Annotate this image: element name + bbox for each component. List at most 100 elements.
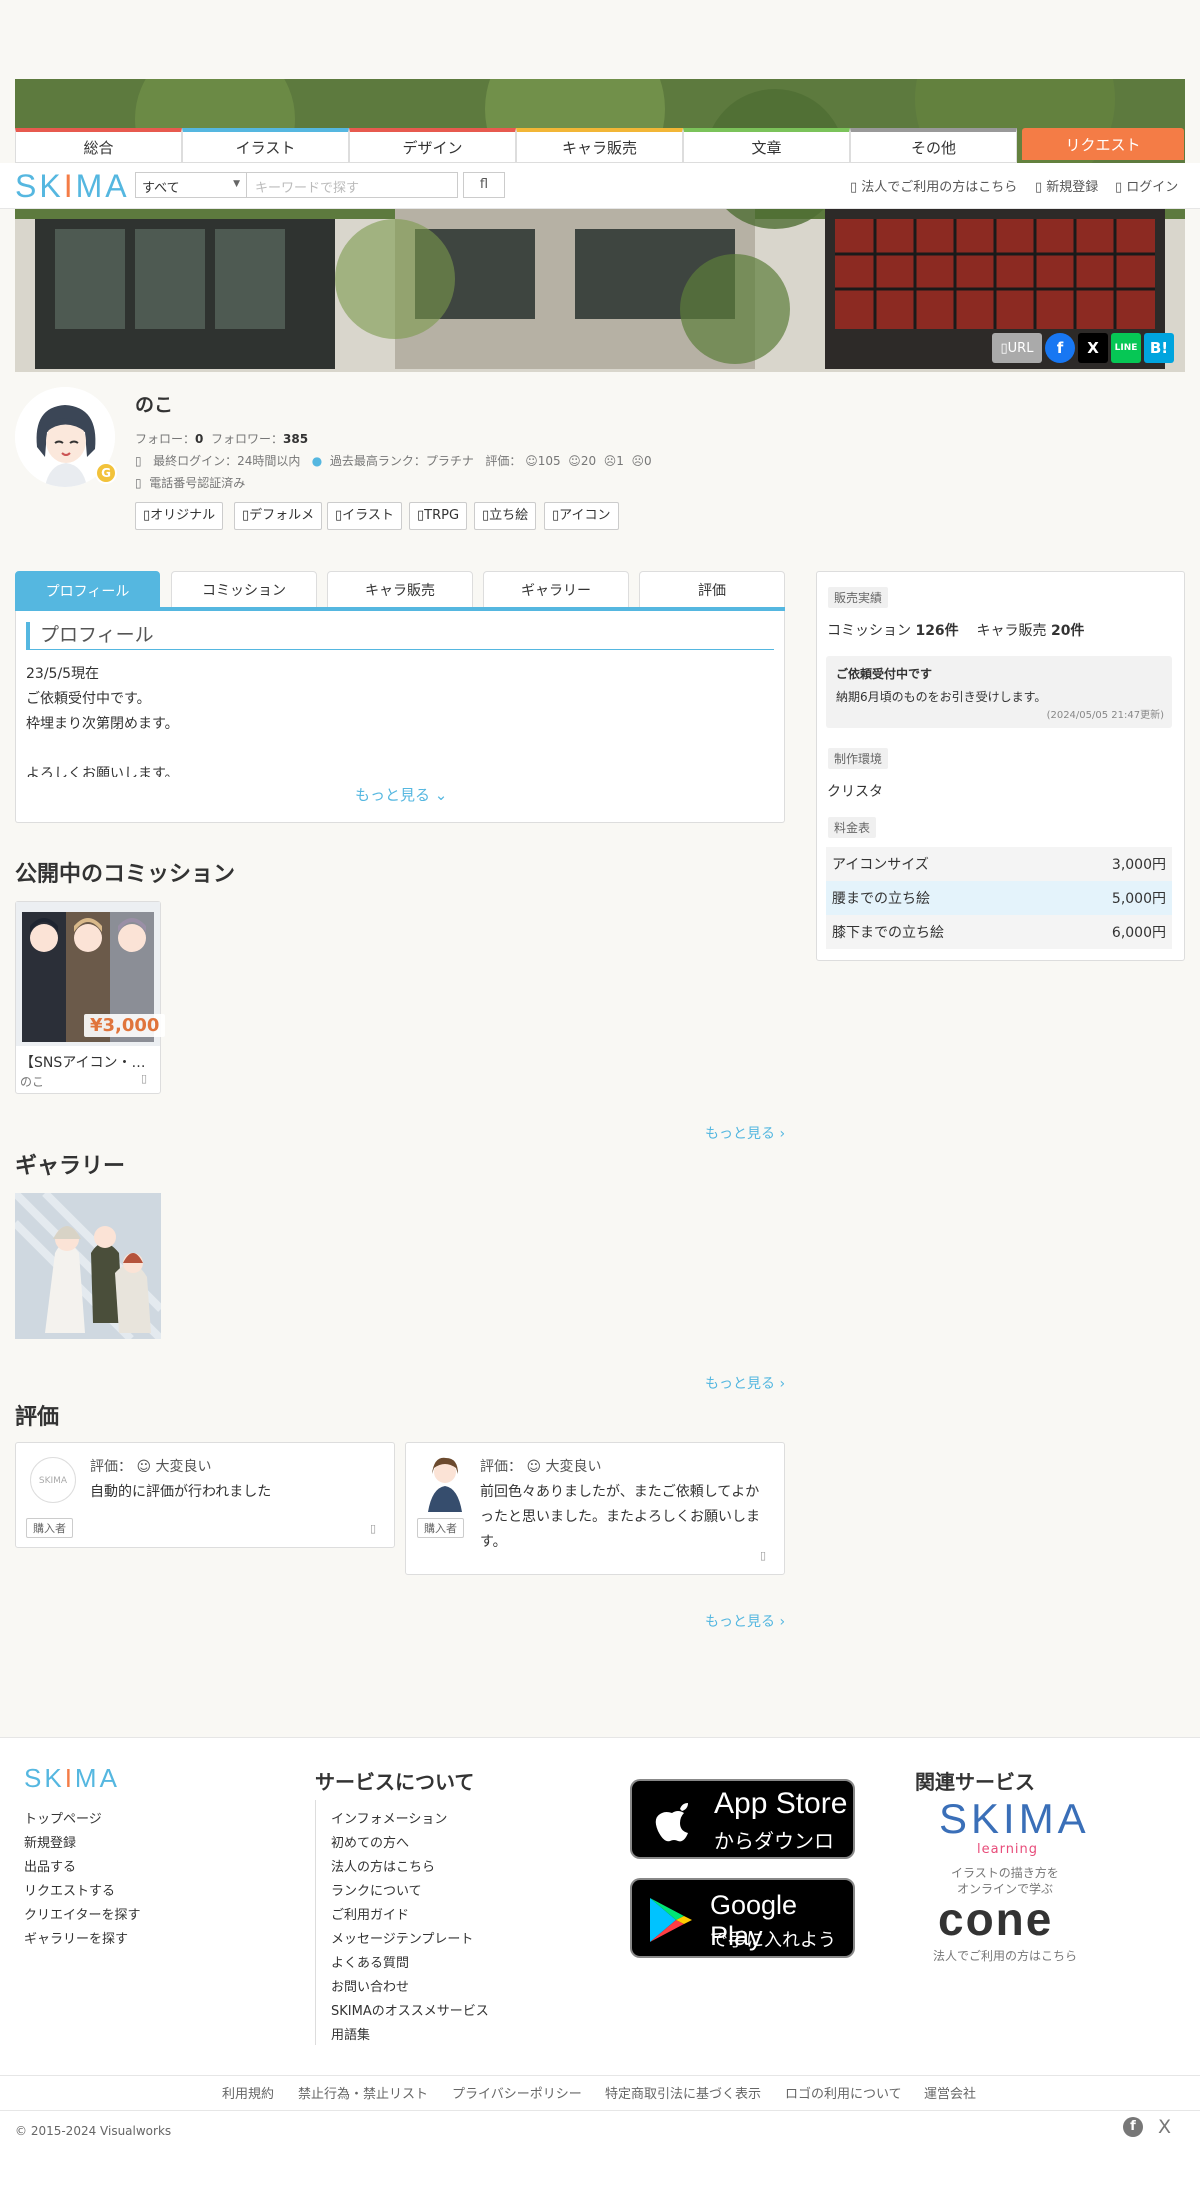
price-row: 腰までの立ち絵 5,000円 bbox=[826, 881, 1172, 915]
chevron-down-icon: ⌄ bbox=[434, 786, 448, 804]
rating-normal-count: 1 bbox=[616, 454, 624, 468]
commissions-more-link[interactable]: もっと見る › bbox=[705, 1123, 785, 1143]
review-text: 前回色々ありましたが、またご依頼してよかったと思いました。またよろしくお願いしま… bbox=[480, 1484, 760, 1550]
footer-logo[interactable]: SKIMA bbox=[24, 1763, 120, 1794]
category-nav: 総合 イラスト デザイン キャラ販売 文章 その他 リクエスト bbox=[15, 128, 1185, 163]
facebook-share-button[interactable]: f bbox=[1045, 333, 1075, 363]
copy-url-label: URL bbox=[1007, 340, 1034, 356]
profile-text-line: 枠埋まり次第閉めます。 bbox=[26, 716, 179, 732]
nav-tab-all[interactable]: 総合 bbox=[15, 128, 182, 163]
skima-learning-logo[interactable]: SKIMA bbox=[939, 1795, 1090, 1843]
line-icon: LINE bbox=[1114, 343, 1138, 353]
gallery-title: ギャラリー bbox=[15, 1154, 126, 1179]
review-text: 自動的に評価が行われました bbox=[90, 1484, 272, 1500]
service-link[interactable]: ご利用ガイド bbox=[331, 1904, 409, 1923]
follower-label: フォロワー： bbox=[211, 432, 284, 446]
service-link[interactable]: 用語集 bbox=[331, 2024, 370, 2043]
corporate-link[interactable]: ▯ 法人でご利用の方はこちら bbox=[850, 176, 1017, 195]
review-grade-label: 評価： bbox=[480, 1459, 522, 1475]
facebook-icon[interactable]: f bbox=[1123, 2117, 1143, 2137]
buyer-badge: 購入者 bbox=[26, 1518, 73, 1538]
rating-bad-count: 0 bbox=[644, 454, 652, 468]
tag-trpg[interactable]: ▯TRPG bbox=[409, 502, 468, 530]
cone-logo[interactable]: cone bbox=[938, 1892, 1053, 1946]
nav-tab-chara[interactable]: キャラ販売 bbox=[516, 128, 683, 163]
service-link[interactable]: よくある質問 bbox=[331, 1952, 409, 1971]
report-icon[interactable]: ▯ bbox=[760, 1549, 766, 1562]
nav-tab-writing[interactable]: 文章 bbox=[683, 128, 850, 163]
tag-icon[interactable]: ▯アイコン bbox=[544, 502, 619, 530]
footer-link[interactable]: クリエイターを探す bbox=[24, 1904, 140, 1923]
report-icon[interactable]: ▯ bbox=[370, 1522, 376, 1535]
commission-price: ¥3,000 bbox=[84, 1014, 166, 1037]
footer-link[interactable]: リクエストする bbox=[24, 1880, 115, 1899]
hatena-share-button[interactable]: B! bbox=[1144, 333, 1174, 363]
review-grade-value: 大変良い bbox=[155, 1459, 212, 1475]
signup-link[interactable]: ▯ 新規登録 bbox=[1035, 176, 1098, 195]
gallery-thumbnail[interactable] bbox=[15, 1193, 161, 1339]
line-share-button[interactable]: LINE bbox=[1111, 333, 1141, 363]
google-play-badge[interactable]: Google Play で手に入れよう bbox=[630, 1878, 855, 1958]
privacy-link[interactable]: プライバシーポリシー bbox=[452, 2083, 582, 2102]
search-button[interactable]: fl bbox=[463, 172, 505, 198]
tag-original[interactable]: ▯オリジナル bbox=[135, 502, 224, 530]
x-icon[interactable]: X bbox=[1158, 2116, 1171, 2138]
smile-great-icon: ☺ bbox=[136, 1459, 152, 1475]
follow-label: フォロー： bbox=[135, 432, 196, 446]
gallery-more-link[interactable]: もっと見る › bbox=[705, 1373, 785, 1393]
nav-tab-illust[interactable]: イラスト bbox=[182, 128, 349, 163]
request-button[interactable]: リクエスト bbox=[1022, 128, 1184, 160]
footer-link[interactable]: 新規登録 bbox=[24, 1832, 76, 1851]
footer-link[interactable]: 出品する bbox=[24, 1856, 76, 1875]
follower-count[interactable]: 385 bbox=[283, 432, 308, 446]
search-input[interactable]: キーワードで探す bbox=[247, 172, 458, 198]
profile-more-button[interactable]: もっと見る ⌄ bbox=[355, 784, 447, 805]
footer-link[interactable]: トップページ bbox=[24, 1808, 102, 1827]
service-link[interactable]: 法人の方はこちら bbox=[331, 1856, 435, 1875]
service-link[interactable]: 初めての方へ bbox=[331, 1832, 409, 1851]
tab-profile[interactable]: プロフィール bbox=[15, 571, 160, 611]
footer-link[interactable]: ギャラリーを探す bbox=[24, 1928, 128, 1947]
copy-url-button[interactable]: ▯ URL bbox=[992, 333, 1042, 363]
sales-commission-count: 126件 bbox=[915, 623, 959, 639]
reviewer-avatar bbox=[420, 1452, 470, 1512]
tag-label: 立ち絵 bbox=[489, 508, 529, 523]
service-link[interactable]: ランクについて bbox=[331, 1880, 422, 1899]
profile-tabs: プロフィール コミッション キャラ販売 ギャラリー 評価 bbox=[15, 571, 785, 611]
tab-reviews[interactable]: 評価 bbox=[639, 571, 785, 608]
commission-author[interactable]: のこ bbox=[20, 1073, 44, 1090]
tab-gallery[interactable]: ギャラリー bbox=[483, 571, 629, 608]
follow-count[interactable]: 0 bbox=[195, 432, 203, 446]
service-link[interactable]: インフォメーション bbox=[331, 1808, 447, 1827]
price-row: 膝下までの立ち絵 6,000円 bbox=[826, 915, 1172, 949]
logo-usage-link[interactable]: ロゴの利用について bbox=[785, 2083, 902, 2102]
service-divider bbox=[315, 1800, 316, 2045]
reviews-more-link[interactable]: もっと見る › bbox=[705, 1611, 785, 1631]
skima-logo[interactable]: SKIMA bbox=[15, 168, 130, 205]
tab-chara[interactable]: キャラ販売 bbox=[327, 571, 473, 608]
google-play-icon bbox=[650, 1898, 692, 1942]
terms-link[interactable]: 利用規約 bbox=[222, 2083, 274, 2102]
x-share-button[interactable]: X bbox=[1078, 333, 1108, 363]
tokushoho-link[interactable]: 特定商取引法に基づく表示 bbox=[605, 2083, 761, 2102]
favorite-icon[interactable]: ▯ bbox=[141, 1072, 147, 1085]
tab-commission[interactable]: コミッション bbox=[171, 571, 317, 608]
category-select[interactable]: すべて ▼ bbox=[135, 172, 247, 198]
service-link[interactable]: メッセージテンプレート bbox=[331, 1928, 473, 1947]
clock-icon: ▯ bbox=[135, 454, 142, 468]
app-store-badge[interactable]: App Store からダウンロード bbox=[630, 1779, 855, 1882]
face-normal-icon: ☹ bbox=[603, 454, 617, 468]
prohibited-link[interactable]: 禁止行為・禁止リスト bbox=[298, 2083, 428, 2102]
tag-label: TRPG bbox=[424, 508, 460, 523]
tag-standing[interactable]: ▯立ち絵 bbox=[474, 502, 537, 530]
signup-link-label: 新規登録 bbox=[1046, 180, 1099, 195]
service-link[interactable]: お問い合わせ bbox=[331, 1976, 409, 1995]
commission-title[interactable]: 【SNSアイコン・… bbox=[20, 1052, 158, 1072]
tag-deformed[interactable]: ▯デフォルメ bbox=[234, 502, 323, 530]
tag-illust[interactable]: ▯イラスト bbox=[327, 502, 402, 530]
service-link[interactable]: SKIMAのオススメサービス bbox=[331, 2000, 489, 2019]
nav-tab-other[interactable]: その他 bbox=[850, 128, 1017, 163]
login-link[interactable]: ▯ ログイン bbox=[1115, 176, 1178, 195]
company-link[interactable]: 運営会社 bbox=[924, 2083, 976, 2102]
nav-tab-design[interactable]: デザイン bbox=[349, 128, 516, 163]
